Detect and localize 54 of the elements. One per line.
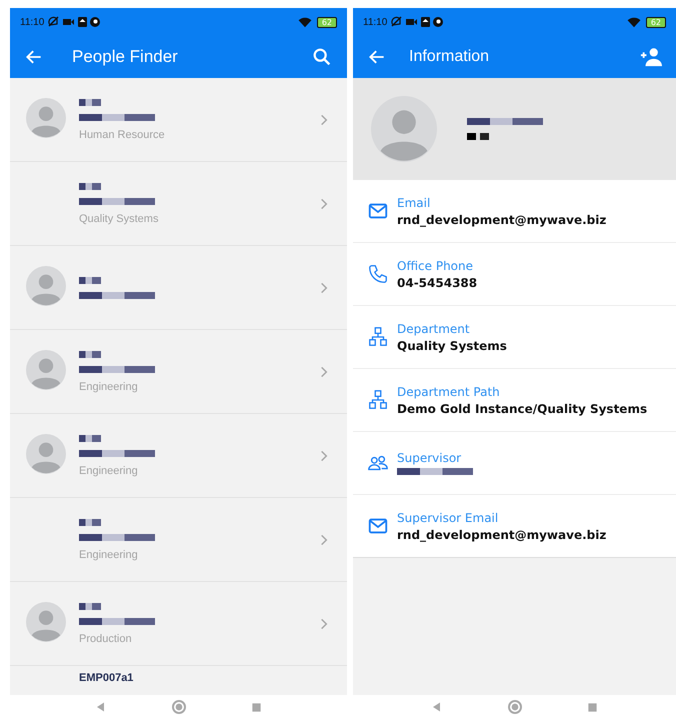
person-row[interactable]: Production [10, 582, 347, 666]
department-text: Engineering [79, 548, 139, 560]
person-row[interactable]: Human Resource [10, 78, 347, 162]
recents-square-icon[interactable] [587, 702, 598, 712]
field-label: Office Phone [397, 258, 474, 272]
wifi-icon [626, 15, 642, 29]
back-triangle-icon[interactable] [95, 701, 107, 713]
search-icon[interactable] [311, 46, 333, 68]
department-text: Engineering [79, 464, 139, 476]
person-row[interactable]: Engineering [10, 330, 347, 414]
field-label: Department [397, 322, 471, 336]
notification-icons [48, 16, 100, 28]
field-value: rnd_development@mywave.biz [397, 212, 606, 226]
field-value: Demo Gold Instance/Quality Systems [397, 402, 648, 416]
status-time: 11:10 [20, 16, 44, 28]
redacted-text [79, 602, 101, 610]
department-text: Engineering [79, 380, 139, 392]
avatar-icon [371, 96, 437, 162]
department-text: Quality Systems [79, 212, 160, 224]
redacted-text [79, 518, 101, 526]
person-name: EMP007a1 [79, 672, 134, 684]
battery-icon: 62 [646, 16, 666, 28]
home-circle-icon[interactable] [171, 699, 187, 715]
field-label: Department Path [397, 384, 501, 398]
screen-title: Information [409, 48, 490, 66]
field-label: Email [397, 196, 432, 210]
screen-title: People Finder [72, 47, 179, 67]
wifi-icon [296, 15, 313, 29]
field-value: 04-5454388 [397, 276, 478, 290]
hierarchy-icon [367, 326, 389, 348]
field-value: rnd_development@mywave.biz [397, 528, 606, 542]
person-row[interactable]: Quality Systems [10, 162, 347, 246]
notification-icons [391, 16, 444, 28]
person-row[interactable]: Engineering [10, 498, 347, 582]
redacted-text [79, 182, 101, 190]
person-row[interactable]: Engineering [10, 414, 347, 498]
status-time: 11:10 [363, 16, 388, 28]
field-label: Supervisor [397, 451, 462, 465]
redacted-text [467, 133, 489, 140]
field-label: Supervisor Email [397, 510, 500, 524]
battery-icon: 62 [316, 16, 337, 28]
hierarchy-icon [367, 389, 389, 411]
phone-icon [367, 263, 389, 285]
home-circle-icon[interactable] [507, 699, 523, 715]
redacted-text [79, 98, 101, 106]
redacted-text [79, 276, 101, 284]
back-triangle-icon[interactable] [431, 701, 443, 713]
add-person-icon[interactable] [640, 46, 662, 68]
redacted-text [79, 350, 101, 358]
redacted-text [79, 434, 101, 442]
department-text: Production [79, 632, 133, 644]
field-value: Quality Systems [397, 338, 507, 352]
department-text: Human Resource [79, 128, 166, 140]
recents-square-icon[interactable] [251, 702, 262, 712]
